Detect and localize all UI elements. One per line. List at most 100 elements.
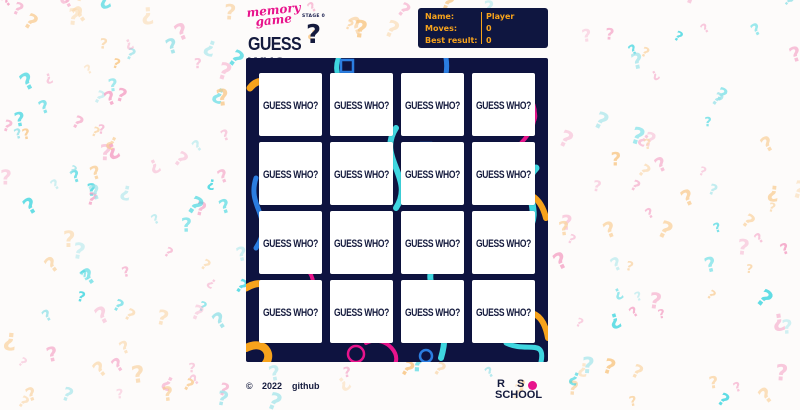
bg-question-mark: ?: [163, 33, 182, 60]
bg-question-mark: ?: [171, 18, 194, 47]
bg-question-mark: ?: [68, 112, 87, 134]
bg-question-mark: ?: [628, 361, 647, 385]
bg-question-mark: ?: [731, 380, 744, 397]
bg-question-mark: ?: [16, 68, 40, 97]
bg-question-mark: ¿: [209, 79, 229, 106]
stats-row-name: Name: Player: [418, 12, 548, 24]
bg-question-mark: ¿: [605, 305, 624, 331]
bg-question-mark: ?: [12, 107, 27, 132]
bg-question-mark: ?: [63, 227, 76, 253]
bg-question-mark: ?: [626, 42, 642, 60]
bg-question-mark: ¿: [103, 130, 121, 152]
memory-card[interactable]: GUESS WHO?: [472, 211, 535, 274]
bg-question-mark: ¿: [770, 305, 788, 334]
bg-question-mark: ?: [218, 126, 232, 145]
bg-question-mark: ?: [181, 214, 193, 237]
bg-question-mark: ¿: [331, 370, 353, 394]
copyright-year: 2022: [262, 381, 283, 391]
memory-card[interactable]: GUESS WHO?: [401, 73, 464, 136]
memory-card[interactable]: GUESS WHO?: [259, 280, 322, 343]
bg-question-mark: ?: [751, 284, 778, 314]
card-label: GUESS WHO?: [404, 236, 461, 249]
bg-question-mark: ?: [77, 267, 92, 285]
bg-question-mark: ?: [154, 305, 171, 331]
card-label: GUESS WHO?: [333, 167, 390, 180]
bg-question-mark: ?: [44, 341, 60, 367]
memory-card[interactable]: GUESS WHO?: [330, 280, 393, 343]
bg-question-mark: ?: [19, 9, 42, 36]
bg-question-mark: ?: [193, 198, 208, 221]
bg-question-mark: ¿: [201, 32, 221, 60]
bg-question-mark: ?: [627, 177, 643, 196]
bg-question-mark: ¿: [610, 282, 626, 302]
memory-card[interactable]: GUESS WHO?: [472, 73, 535, 136]
memory-card[interactable]: GUESS WHO?: [401, 280, 464, 343]
stats-value: Player: [486, 12, 515, 21]
stats-label: Best result:: [425, 36, 478, 45]
memory-card[interactable]: GUESS WHO?: [401, 211, 464, 274]
memory-card[interactable]: GUESS WHO?: [401, 142, 464, 205]
bg-question-mark: ?: [71, 239, 88, 266]
bg-question-mark: ?: [66, 162, 80, 178]
bg-question-mark: ?: [108, 354, 129, 377]
bg-question-mark: ?: [120, 264, 132, 282]
rs-school-logo[interactable]: RS SCHOOL: [495, 379, 550, 403]
bg-question-mark: ?: [121, 304, 139, 325]
bg-question-mark: ?: [59, 384, 76, 407]
bg-question-mark: ?: [208, 307, 232, 335]
bg-question-mark: ?: [90, 87, 109, 109]
stats-row-best: Best result: 0: [418, 36, 548, 48]
bg-question-mark: ?: [74, 0, 88, 7]
bg-question-mark: ?: [97, 122, 105, 137]
bg-question-mark: ?: [567, 376, 580, 400]
bg-question-mark: ?: [393, 0, 414, 22]
game-logo: memory game STAGE 0 GUESS WHO ?: [246, 0, 326, 75]
memory-card[interactable]: GUESS WHO?: [472, 280, 535, 343]
bg-question-mark: ?: [180, 374, 198, 395]
bg-question-mark: ?: [752, 230, 768, 247]
bg-question-mark: ?: [196, 299, 209, 316]
bg-question-mark: ?: [580, 26, 593, 47]
bg-question-mark: ?: [216, 380, 232, 402]
memory-card[interactable]: GUESS WHO?: [330, 142, 393, 205]
bg-question-mark: ¿: [101, 135, 123, 163]
bg-question-mark: ¿: [121, 34, 135, 52]
bg-question-mark: ?: [110, 295, 127, 316]
bg-question-mark: ?: [706, 181, 720, 200]
memory-card[interactable]: GUESS WHO?: [259, 211, 322, 274]
stats-panel: Name: Player Moves: 0 Best result: 0: [418, 8, 548, 48]
bg-question-mark: ?: [697, 164, 709, 180]
card-label: GUESS WHO?: [262, 305, 319, 318]
bg-question-mark: ?: [12, 126, 24, 144]
bg-question-mark: ?: [39, 306, 56, 326]
bg-question-mark: ?: [589, 107, 612, 136]
memory-card[interactable]: GUESS WHO?: [472, 142, 535, 205]
bg-question-mark: ¿: [140, 0, 155, 26]
bg-question-mark: ?: [633, 161, 654, 183]
bg-question-mark: ¿: [118, 178, 134, 203]
memory-card[interactable]: GUESS WHO?: [330, 73, 393, 136]
stats-value: 0: [486, 24, 492, 33]
bg-question-mark: ?: [643, 205, 658, 223]
bg-question-mark: ?: [169, 146, 193, 172]
github-link[interactable]: github: [292, 381, 320, 391]
bg-question-mark: ?: [352, 15, 369, 44]
bg-question-mark: ?: [600, 217, 621, 245]
bg-question-mark: ?: [747, 19, 764, 40]
bg-question-mark: ?: [81, 61, 95, 78]
bg-question-mark: ?: [624, 259, 635, 275]
bg-question-mark: ¿: [766, 178, 781, 204]
card-label: GUESS WHO?: [475, 305, 532, 318]
bg-question-mark: ?: [21, 126, 33, 143]
bg-question-mark: ?: [215, 85, 231, 112]
bg-question-mark: ?: [656, 306, 666, 322]
memory-card[interactable]: GUESS WHO?: [330, 211, 393, 274]
bg-question-mark: ?: [75, 289, 87, 306]
memory-card[interactable]: GUESS WHO?: [259, 73, 322, 136]
bg-question-mark: ?: [581, 353, 595, 380]
bg-question-mark: ?: [713, 390, 732, 410]
bg-question-mark: ¿: [159, 368, 179, 394]
memory-card[interactable]: GUESS WHO?: [259, 142, 322, 205]
card-label: GUESS WHO?: [262, 98, 319, 111]
card-label: GUESS WHO?: [262, 167, 319, 180]
